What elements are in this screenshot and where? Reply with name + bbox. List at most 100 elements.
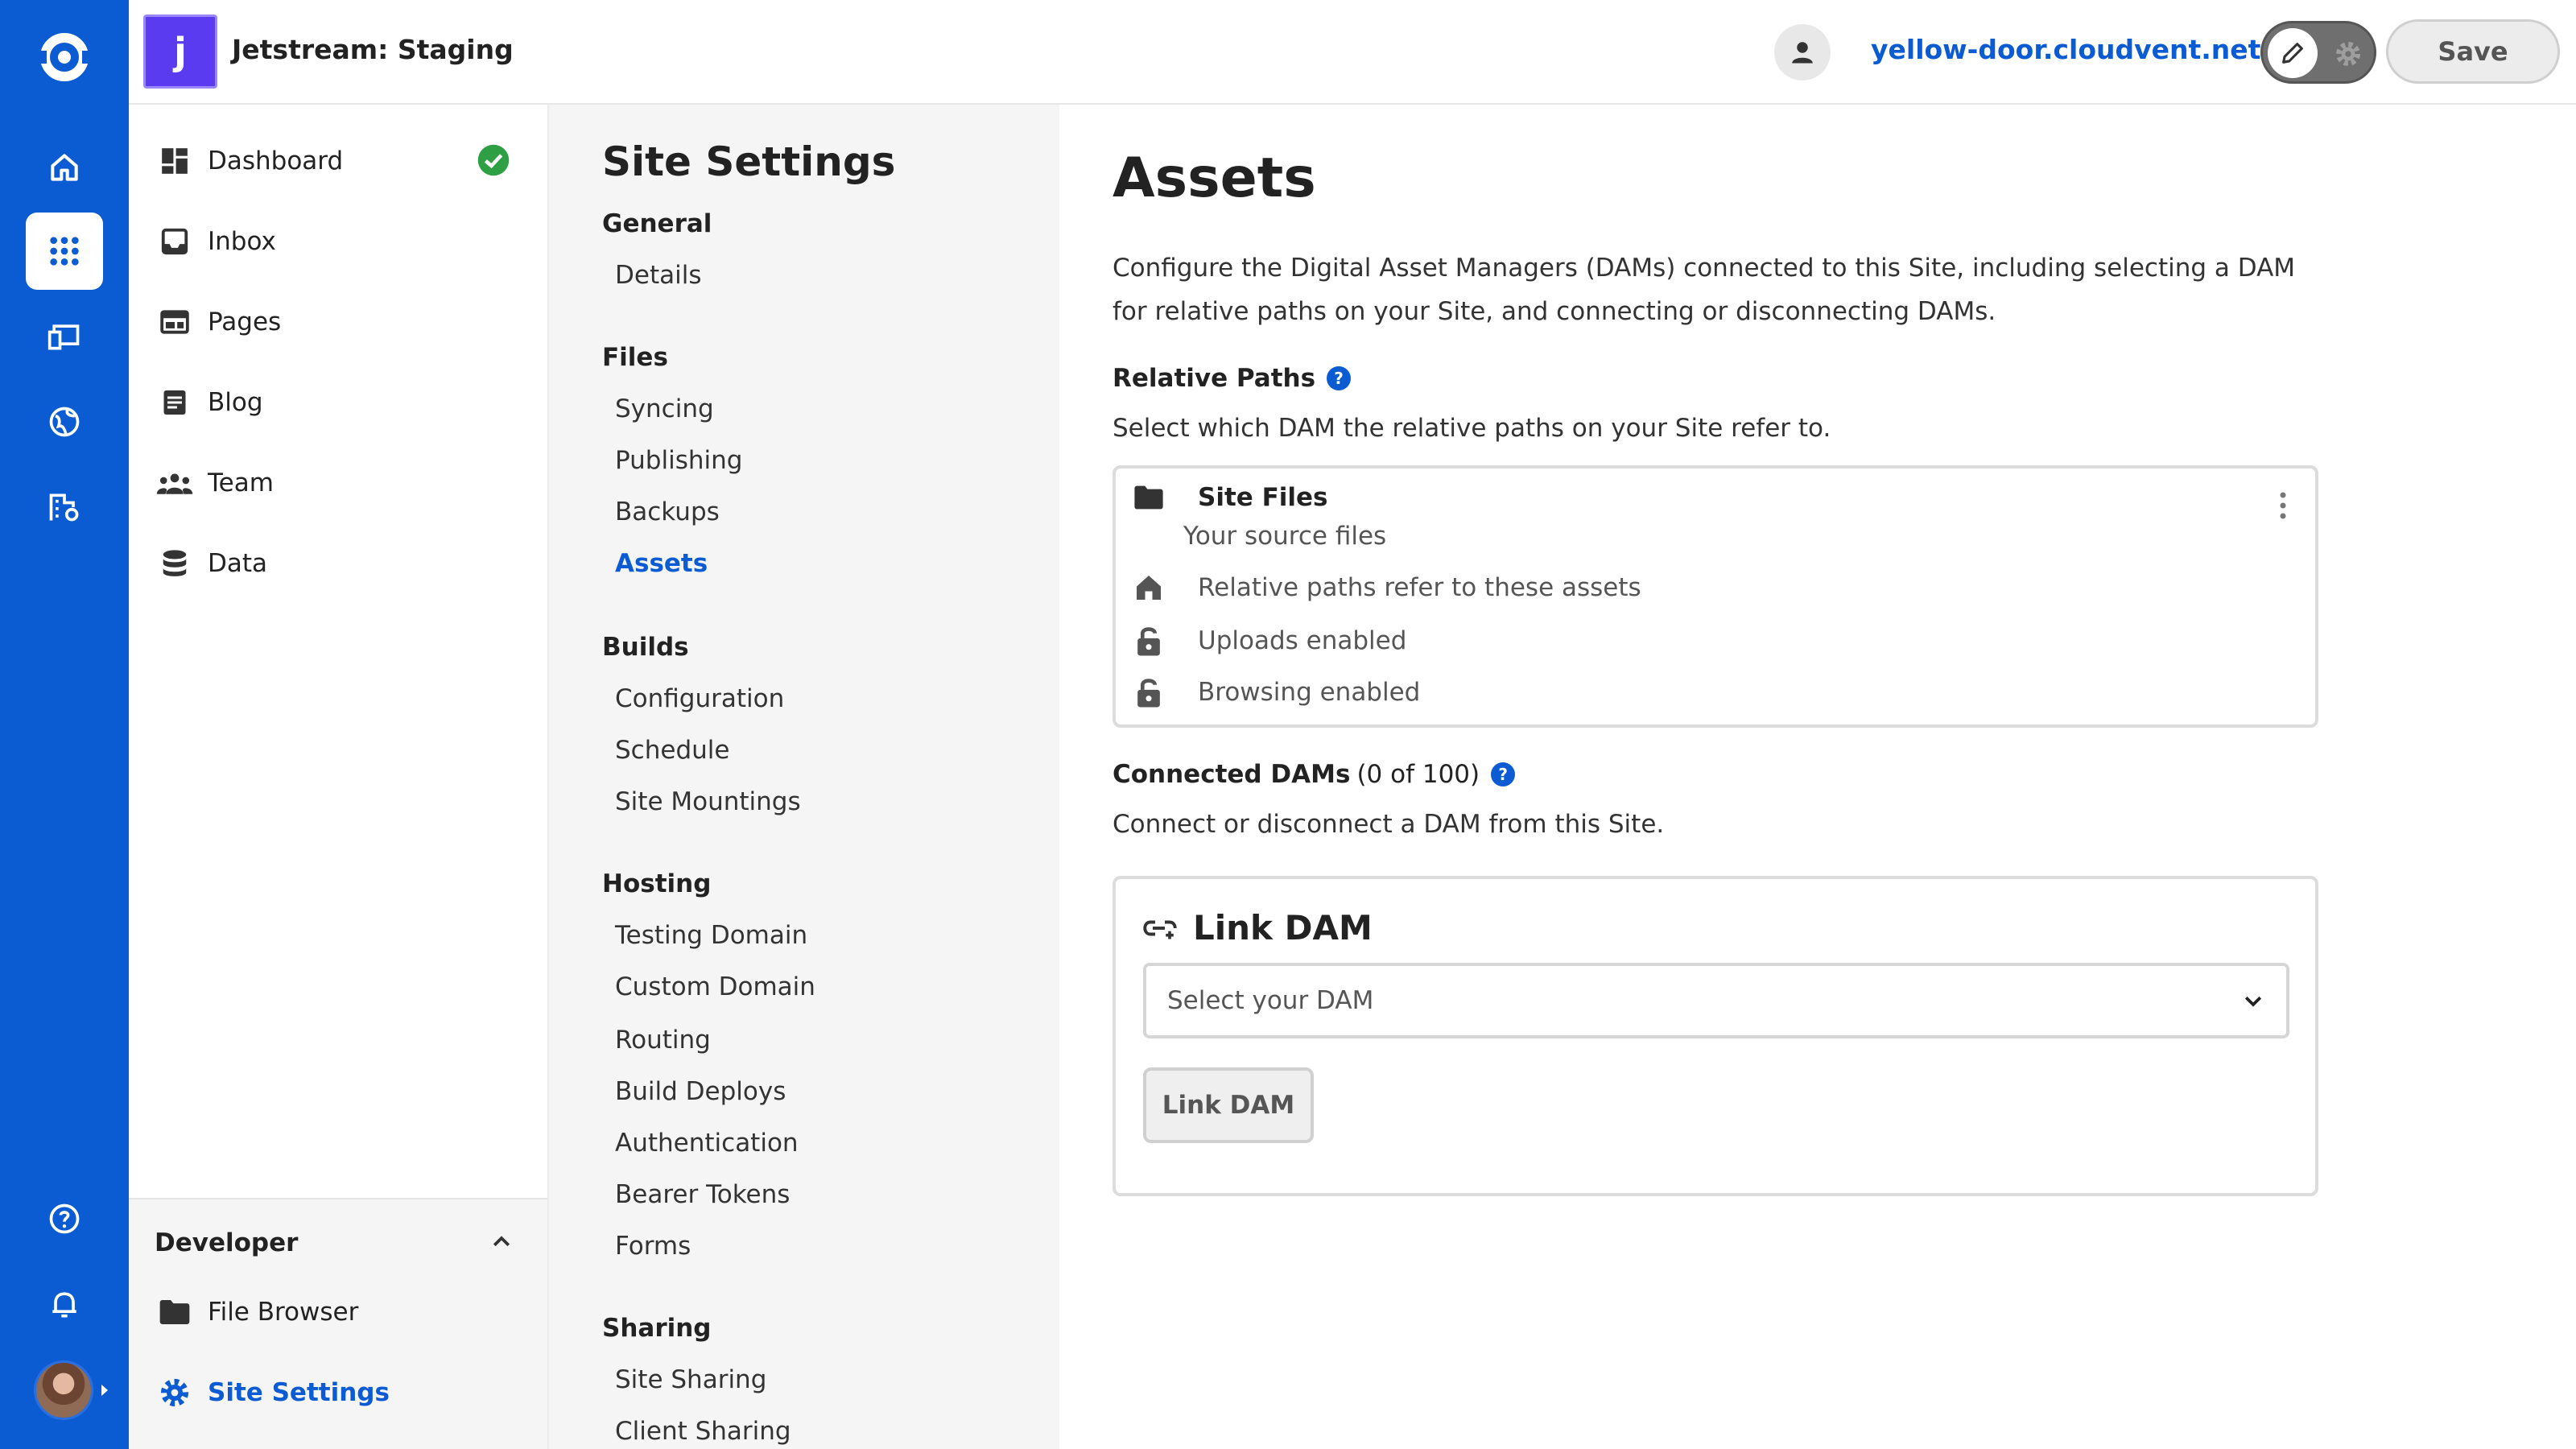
subnav-link-build-deploys[interactable]: Build Deploys xyxy=(615,1077,786,1106)
check-circle-icon xyxy=(477,143,510,177)
connected-dams-heading-text: Connected DAMs xyxy=(1113,760,1351,789)
nav-item-site-settings[interactable]: Site Settings xyxy=(156,1368,390,1417)
edit-mode-toggle[interactable] xyxy=(2260,21,2376,84)
account-button[interactable] xyxy=(1774,24,1831,80)
globe-icon xyxy=(47,404,82,440)
data-icon xyxy=(156,545,193,582)
relative-paths-heading: Relative Paths ? xyxy=(1113,364,1352,393)
help-icon[interactable]: ? xyxy=(1327,366,1352,390)
subnav-link-details[interactable]: Details xyxy=(615,261,701,290)
developer-panel: Developer File Browser Site Settings xyxy=(129,1198,547,1449)
app-rail xyxy=(0,0,129,1449)
subnav-group-builds: Builds xyxy=(602,633,689,662)
unlock-icon xyxy=(1132,676,1166,708)
relative-paths-description: Select which DAM the relative paths on y… xyxy=(1113,414,1831,443)
subnav-link-routing[interactable]: Routing xyxy=(615,1026,711,1055)
subnav-link-publishing[interactable]: Publishing xyxy=(615,446,742,475)
connected-dams-count: (0 of 100) xyxy=(1356,760,1480,789)
connected-dams-description: Connect or disconnect a DAM from this Si… xyxy=(1113,810,1665,839)
caret-right-icon[interactable] xyxy=(100,1383,109,1397)
team-icon xyxy=(156,464,193,502)
link-dam-card: Link DAM Select your DAM Link DAM xyxy=(1113,876,2318,1196)
devices-icon xyxy=(47,319,82,354)
main-content: Assets Configure the Digital Asset Manag… xyxy=(1059,105,2576,1449)
subnav-link-forms[interactable]: Forms xyxy=(615,1232,691,1261)
site-files-card: Site Files Your source files Relative pa… xyxy=(1113,465,2318,728)
nav-item-label: Inbox xyxy=(208,227,276,256)
save-button[interactable]: Save xyxy=(2386,19,2560,84)
subnav-link-authentication[interactable]: Authentication xyxy=(615,1129,799,1158)
subnav-link-syncing[interactable]: Syncing xyxy=(615,394,714,423)
dashboard-icon xyxy=(156,142,193,180)
nav-item-blog[interactable]: Blog xyxy=(156,378,263,427)
apps-grid-icon xyxy=(48,235,80,267)
rail-devices-button[interactable] xyxy=(26,298,103,375)
home-icon xyxy=(47,150,82,185)
rail-sites-button[interactable] xyxy=(26,213,103,290)
link-dam-title: Link DAM xyxy=(1193,908,1373,947)
home-icon xyxy=(1132,573,1166,602)
nav-item-dashboard[interactable]: Dashboard xyxy=(156,137,343,185)
rail-notifications-button[interactable] xyxy=(26,1265,103,1343)
settings-gear-icon xyxy=(2332,38,2364,70)
help-circle-icon xyxy=(47,1201,82,1236)
subnav-link-schedule[interactable]: Schedule xyxy=(615,736,729,765)
dam-select[interactable]: Select your DAM xyxy=(1143,963,2289,1038)
nav-item-data[interactable]: Data xyxy=(156,539,267,588)
subnav-title: Site Settings xyxy=(602,138,896,185)
page-title: Assets xyxy=(1113,147,1316,210)
subnav-link-site-mountings[interactable]: Site Mountings xyxy=(615,787,801,816)
unlock-icon xyxy=(1132,625,1166,657)
nav-item-label: Blog xyxy=(208,388,263,417)
folder-icon xyxy=(156,1294,193,1331)
page-description: Configure the Digital Asset Managers (DA… xyxy=(1113,254,2296,326)
site-url-link[interactable]: yellow-door.cloudvent.net xyxy=(1871,34,2288,65)
nav-item-inbox[interactable]: Inbox xyxy=(156,217,276,266)
subnav-link-bearer-tokens[interactable]: Bearer Tokens xyxy=(615,1180,790,1209)
dam-select-value: Select your DAM xyxy=(1167,986,1374,1015)
feature-row-browsing: Browsing enabled xyxy=(1132,676,1420,708)
feature-label: Browsing enabled xyxy=(1198,678,1421,707)
nav-item-pages[interactable]: Pages xyxy=(156,298,281,346)
user-avatar[interactable] xyxy=(34,1360,93,1420)
link-plus-icon xyxy=(1143,915,1177,941)
nav-item-team[interactable]: Team xyxy=(156,459,274,507)
nav-item-label: Dashboard xyxy=(208,147,344,175)
bell-icon xyxy=(47,1286,82,1322)
subnav-link-client-sharing[interactable]: Client Sharing xyxy=(615,1417,791,1446)
subnav-link-testing-domain[interactable]: Testing Domain xyxy=(615,921,807,950)
pencil-icon xyxy=(2268,28,2318,78)
site-avatar[interactable]: j xyxy=(143,14,217,89)
site-files-subtitle: Your source files xyxy=(1183,522,1387,551)
pages-icon xyxy=(156,303,193,341)
subnav-link-custom-domain[interactable]: Custom Domain xyxy=(615,972,815,1001)
site-url-text: yellow-door.cloudvent.net xyxy=(1871,34,2261,65)
help-icon[interactable]: ? xyxy=(1491,762,1516,786)
rail-help-button[interactable] xyxy=(26,1180,103,1257)
subnav-group-general: General xyxy=(602,209,712,238)
rail-home-button[interactable] xyxy=(26,129,103,206)
subnav-link-configuration[interactable]: Configuration xyxy=(615,684,784,713)
rail-globe-button[interactable] xyxy=(26,383,103,460)
cloudcannon-logo-icon[interactable] xyxy=(34,31,95,84)
subnav-link-site-sharing[interactable]: Site Sharing xyxy=(615,1365,766,1394)
feature-label: Relative paths refer to these assets xyxy=(1198,573,1641,602)
person-icon xyxy=(1788,38,1817,67)
gear-icon xyxy=(156,1374,193,1411)
subnav-link-assets[interactable]: Assets xyxy=(615,549,708,578)
nav-item-file-browser[interactable]: File Browser xyxy=(156,1288,358,1336)
feature-row-uploads: Uploads enabled xyxy=(1132,625,1406,657)
link-dam-button[interactable]: Link DAM xyxy=(1143,1067,1314,1143)
nav-item-label: Data xyxy=(208,549,268,578)
site-files-name: Site Files xyxy=(1198,483,1328,512)
subnav-group-sharing: Sharing xyxy=(602,1314,712,1343)
rail-org-settings-button[interactable] xyxy=(26,469,103,546)
developer-heading[interactable]: Developer xyxy=(155,1228,298,1257)
top-bar: j Jetstream: Staging yellow-door.cloudve… xyxy=(129,0,2576,105)
more-vertical-icon[interactable] xyxy=(2278,491,2288,520)
subnav-link-backups[interactable]: Backups xyxy=(615,497,720,526)
chevron-up-icon[interactable] xyxy=(489,1230,514,1254)
subnav-group-hosting: Hosting xyxy=(602,869,712,898)
nav-item-label: File Browser xyxy=(208,1298,359,1327)
inbox-icon xyxy=(156,223,193,260)
